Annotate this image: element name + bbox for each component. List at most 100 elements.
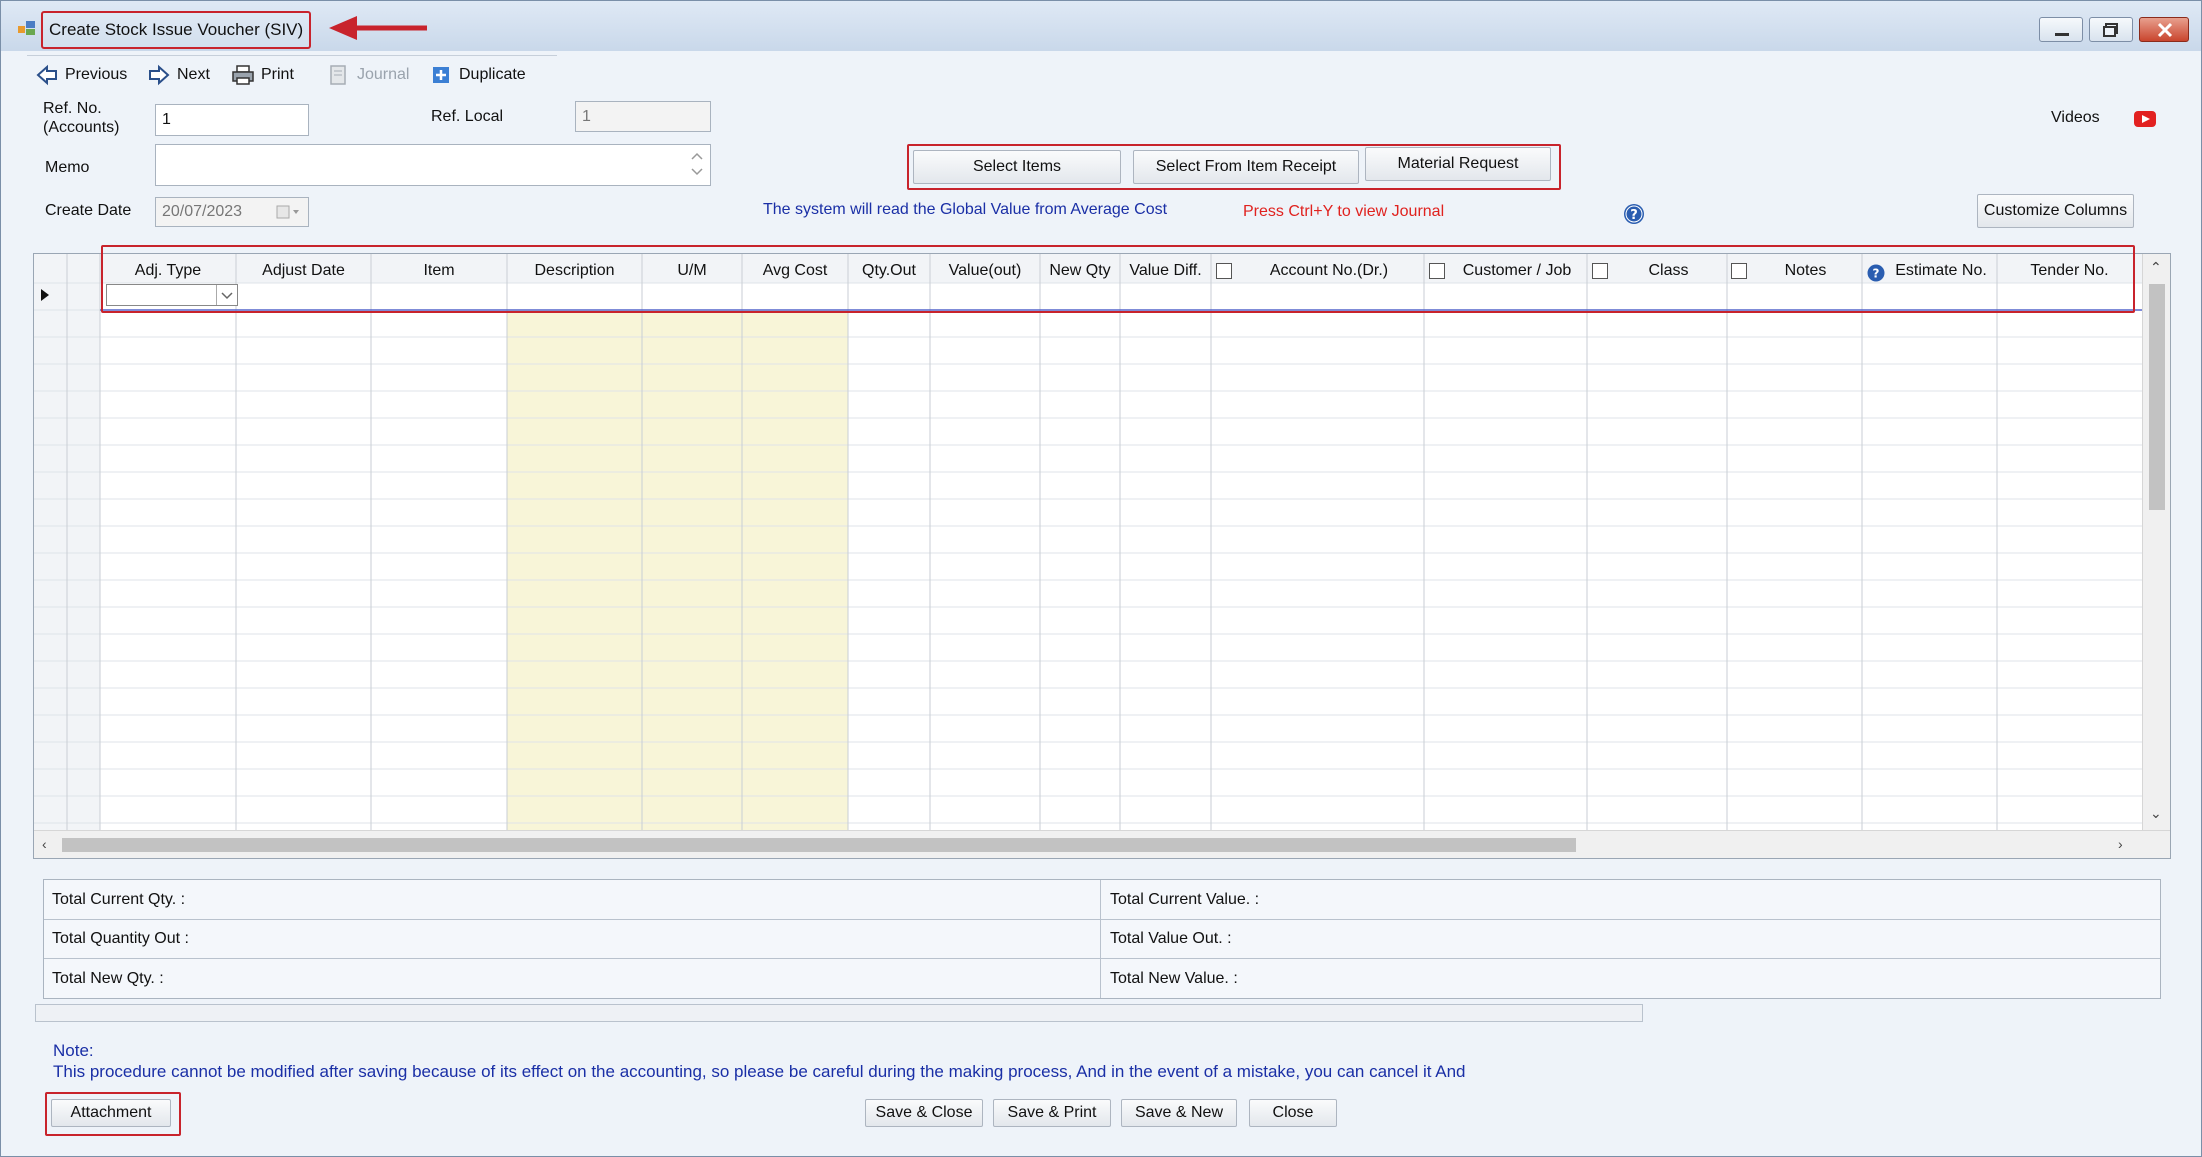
select-from-item-receipt-button[interactable]: Select From Item Receipt	[1133, 150, 1359, 184]
col-avg-cost[interactable]: Avg Cost	[742, 260, 848, 282]
total-new-qty: Total New Qty. :	[52, 970, 164, 987]
global-value-message: The system will read the Global Value fr…	[763, 201, 1168, 218]
svg-text:?: ?	[1630, 208, 1638, 223]
totals-row-line	[44, 919, 2160, 920]
siv-window: Create Stock Issue Voucher (SIV) Previou…	[0, 0, 2202, 1157]
col-notes[interactable]: Notes	[1749, 260, 1862, 282]
estimate-help-icon[interactable]: ?	[1867, 264, 1885, 282]
col-um[interactable]: U/M	[642, 260, 742, 282]
col-qty-out[interactable]: Qty.Out	[848, 260, 930, 282]
col-adj-type[interactable]: Adj. Type	[100, 260, 236, 282]
grid-lines	[34, 254, 2142, 830]
customer-column-checkbox[interactable]	[1429, 263, 1445, 279]
account-column-checkbox[interactable]	[1216, 263, 1232, 279]
total-value-out: Total Value Out. :	[1110, 930, 1232, 947]
printer-icon	[232, 65, 254, 85]
close-window-button[interactable]	[2139, 17, 2189, 42]
total-quantity-out: Total Quantity Out :	[52, 930, 189, 947]
duplicate-button[interactable]: Duplicate	[429, 61, 526, 89]
material-request-button[interactable]: Material Request	[1365, 147, 1551, 181]
totals-row-line	[44, 958, 2160, 959]
journal-button[interactable]: Journal	[327, 61, 409, 89]
scroll-up-icon[interactable]: ⌃	[2150, 260, 2162, 274]
maximize-button[interactable]	[2089, 17, 2133, 42]
close-button[interactable]: Close	[1249, 1099, 1337, 1127]
title-bar: Create Stock Issue Voucher (SIV)	[1, 1, 2201, 51]
progress-bar	[35, 1004, 1643, 1022]
app-icon	[18, 21, 35, 35]
total-current-qty: Total Current Qty. :	[52, 891, 186, 908]
print-label: Print	[261, 66, 294, 83]
col-item[interactable]: Item	[371, 260, 507, 282]
close-icon	[2157, 22, 2173, 38]
window-title: Create Stock Issue Voucher (SIV)	[41, 11, 312, 49]
create-date-picker[interactable]: 20/07/2023	[155, 197, 309, 227]
videos-label: Videos	[2051, 109, 2100, 126]
journal-label: Journal	[357, 66, 410, 83]
vertical-scroll-thumb[interactable]	[2149, 284, 2165, 510]
col-value-out[interactable]: Value(out)	[930, 260, 1040, 282]
memo-textarea[interactable]	[155, 144, 711, 186]
note-body: This procedure cannot be modified after …	[53, 1062, 1466, 1081]
dropdown-arrow-icon	[216, 285, 237, 305]
items-grid[interactable]: Adj. Type Adjust Date Item Description U…	[33, 253, 2171, 859]
select-items-button[interactable]: Select Items	[913, 150, 1121, 184]
previous-button[interactable]: Previous	[35, 61, 127, 89]
adj-type-dropdown[interactable]	[106, 284, 238, 306]
attachment-button[interactable]: Attachment	[51, 1099, 171, 1127]
scroll-left-icon[interactable]: ‹	[42, 837, 47, 851]
current-row-indicator-icon	[41, 289, 49, 301]
video-play-icon[interactable]	[2134, 111, 2156, 127]
notes-column-checkbox[interactable]	[1731, 263, 1747, 279]
col-new-qty[interactable]: New Qty	[1040, 260, 1120, 282]
col-tender-no[interactable]: Tender No.	[1997, 260, 2142, 282]
next-button[interactable]: Next	[147, 61, 210, 89]
duplicate-icon	[433, 67, 449, 83]
grid-vertical-scrollbar[interactable]: ⌃ ⌄	[2142, 254, 2170, 830]
duplicate-label: Duplicate	[459, 66, 526, 83]
scroll-right-icon[interactable]: ›	[2118, 837, 2123, 851]
col-estimate-no[interactable]: Estimate No.	[1885, 260, 1997, 282]
customize-columns-button[interactable]: Customize Columns	[1977, 194, 2134, 228]
ref-local-label: Ref. Local	[431, 108, 504, 125]
col-adjust-date[interactable]: Adjust Date	[236, 260, 371, 282]
class-column-checkbox[interactable]	[1592, 263, 1608, 279]
totals-divider	[1100, 880, 1101, 998]
memo-label: Memo	[45, 159, 90, 176]
print-button[interactable]: Print	[231, 61, 294, 89]
col-description[interactable]: Description	[507, 260, 642, 282]
create-date-label: Create Date	[45, 202, 132, 219]
grid-horizontal-scrollbar[interactable]: ‹ ›	[34, 830, 2170, 858]
calendar-icon	[276, 205, 299, 219]
col-account-no-dr[interactable]: Account No.(Dr.)	[1234, 260, 1424, 282]
horizontal-scroll-thumb[interactable]	[62, 838, 1576, 852]
toolbar-divider	[27, 55, 557, 56]
memo-scroll-icon	[691, 152, 703, 176]
journal-hint: Press Ctrl+Y to view Journal	[1243, 203, 1445, 220]
svg-text:?: ?	[1873, 267, 1880, 281]
ref-local-input[interactable]	[575, 101, 711, 132]
ref-no-input[interactable]	[155, 104, 309, 136]
journal-icon	[330, 65, 346, 85]
col-value-diff[interactable]: Value Diff.	[1120, 260, 1211, 282]
annotation-arrow-icon	[329, 16, 427, 40]
totals-panel: Total Current Qty. : Total Quantity Out …	[43, 879, 2161, 999]
help-icon[interactable]: ?	[1623, 203, 1645, 225]
scroll-down-icon[interactable]: ⌄	[2150, 806, 2162, 820]
minimize-icon	[2055, 33, 2069, 36]
arrow-right-icon	[149, 64, 170, 86]
save-print-button[interactable]: Save & Print	[993, 1099, 1111, 1127]
save-new-button[interactable]: Save & New	[1121, 1099, 1237, 1127]
restore-icon	[2103, 23, 2118, 37]
col-class[interactable]: Class	[1610, 260, 1727, 282]
minimize-button[interactable]	[2039, 17, 2083, 42]
col-customer-job[interactable]: Customer / Job	[1447, 260, 1587, 282]
arrow-left-icon	[36, 64, 57, 86]
total-current-value: Total Current Value. :	[1110, 891, 1260, 908]
ref-no-label: Ref. No. (Accounts)	[43, 100, 120, 136]
total-new-value: Total New Value. :	[1110, 970, 1238, 987]
next-label: Next	[177, 66, 210, 83]
previous-label: Previous	[65, 66, 128, 83]
note-title: Note:	[53, 1041, 94, 1060]
save-close-button[interactable]: Save & Close	[865, 1099, 983, 1127]
